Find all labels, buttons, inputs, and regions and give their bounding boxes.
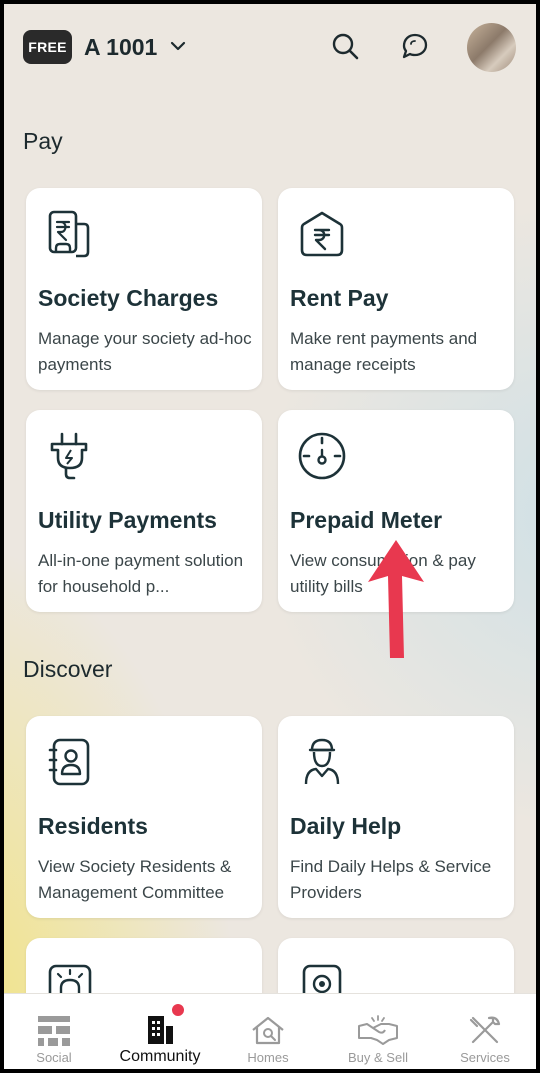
helper-icon: [304, 738, 340, 785]
bottom-nav: Social Community Homes Buy & Sell Servic…: [4, 993, 536, 1069]
card-description: Make rent payments and manage receipts: [290, 329, 478, 374]
nav-label: Services: [460, 1050, 510, 1065]
chevron-down-icon[interactable]: [170, 40, 186, 52]
society-charges-card[interactable]: Society Charges Manage your society ad-h…: [26, 188, 262, 390]
card-description: Find Daily Helps & Service Providers: [290, 857, 492, 902]
handshake-icon: [358, 1015, 398, 1045]
free-badge[interactable]: FREE: [23, 30, 72, 64]
card-title: Utility Payments: [38, 507, 217, 533]
residents-card[interactable]: Residents View Society Residents & Manag…: [26, 716, 262, 918]
flat-selector[interactable]: A 1001: [84, 34, 157, 61]
nav-label: Homes: [247, 1050, 289, 1065]
annotation-arrow-icon: [368, 540, 424, 658]
nav-buy-sell[interactable]: Buy & Sell: [328, 994, 428, 1069]
nav-homes[interactable]: Homes: [218, 994, 318, 1069]
utility-payments-card[interactable]: Utility Payments All-in-one payment solu…: [26, 410, 262, 612]
search-icon[interactable]: [331, 32, 359, 60]
invoice-icon: [48, 210, 90, 258]
nav-label: Buy & Sell: [348, 1050, 408, 1065]
nav-services[interactable]: Services: [435, 994, 535, 1069]
home-icon: [252, 1016, 284, 1045]
tools-icon: [469, 1016, 501, 1044]
nav-label: Community: [119, 1048, 201, 1065]
card-title: Residents: [38, 813, 148, 839]
daily-help-card[interactable]: Daily Help Find Daily Helps & Service Pr…: [278, 716, 514, 918]
card-description: All-in-one payment solution for househol…: [38, 551, 244, 596]
nav-social[interactable]: Social: [4, 994, 104, 1069]
house-rupee-icon: [300, 211, 344, 257]
card-title: Society Charges: [38, 285, 219, 311]
chat-icon[interactable]: [400, 32, 430, 62]
notification-dot: [170, 1002, 186, 1018]
section-title-pay: Pay: [23, 128, 63, 154]
card-title: Daily Help: [290, 813, 402, 839]
contact-book-icon: [48, 738, 90, 786]
plug-icon: [50, 432, 88, 480]
rent-pay-card[interactable]: Rent Pay Make rent payments and manage r…: [278, 188, 514, 390]
section-title-discover: Discover: [23, 656, 113, 682]
card-title: Prepaid Meter: [290, 507, 443, 533]
card-title: Rent Pay: [290, 285, 389, 311]
card-description: Manage your society ad-hoc payments: [38, 329, 252, 374]
nav-community[interactable]: Community: [110, 994, 210, 1069]
card-description: View Society Residents & Management Comm…: [38, 857, 232, 902]
meter-icon: [298, 432, 346, 480]
nav-label: Social: [36, 1050, 72, 1065]
community-icon: [148, 1016, 173, 1044]
app-screen: FREE A 1001 Pay Society Charges Manage y…: [4, 4, 536, 1069]
top-bar: FREE A 1001: [4, 4, 536, 94]
avatar[interactable]: [467, 23, 516, 72]
social-icon: [38, 1016, 70, 1046]
